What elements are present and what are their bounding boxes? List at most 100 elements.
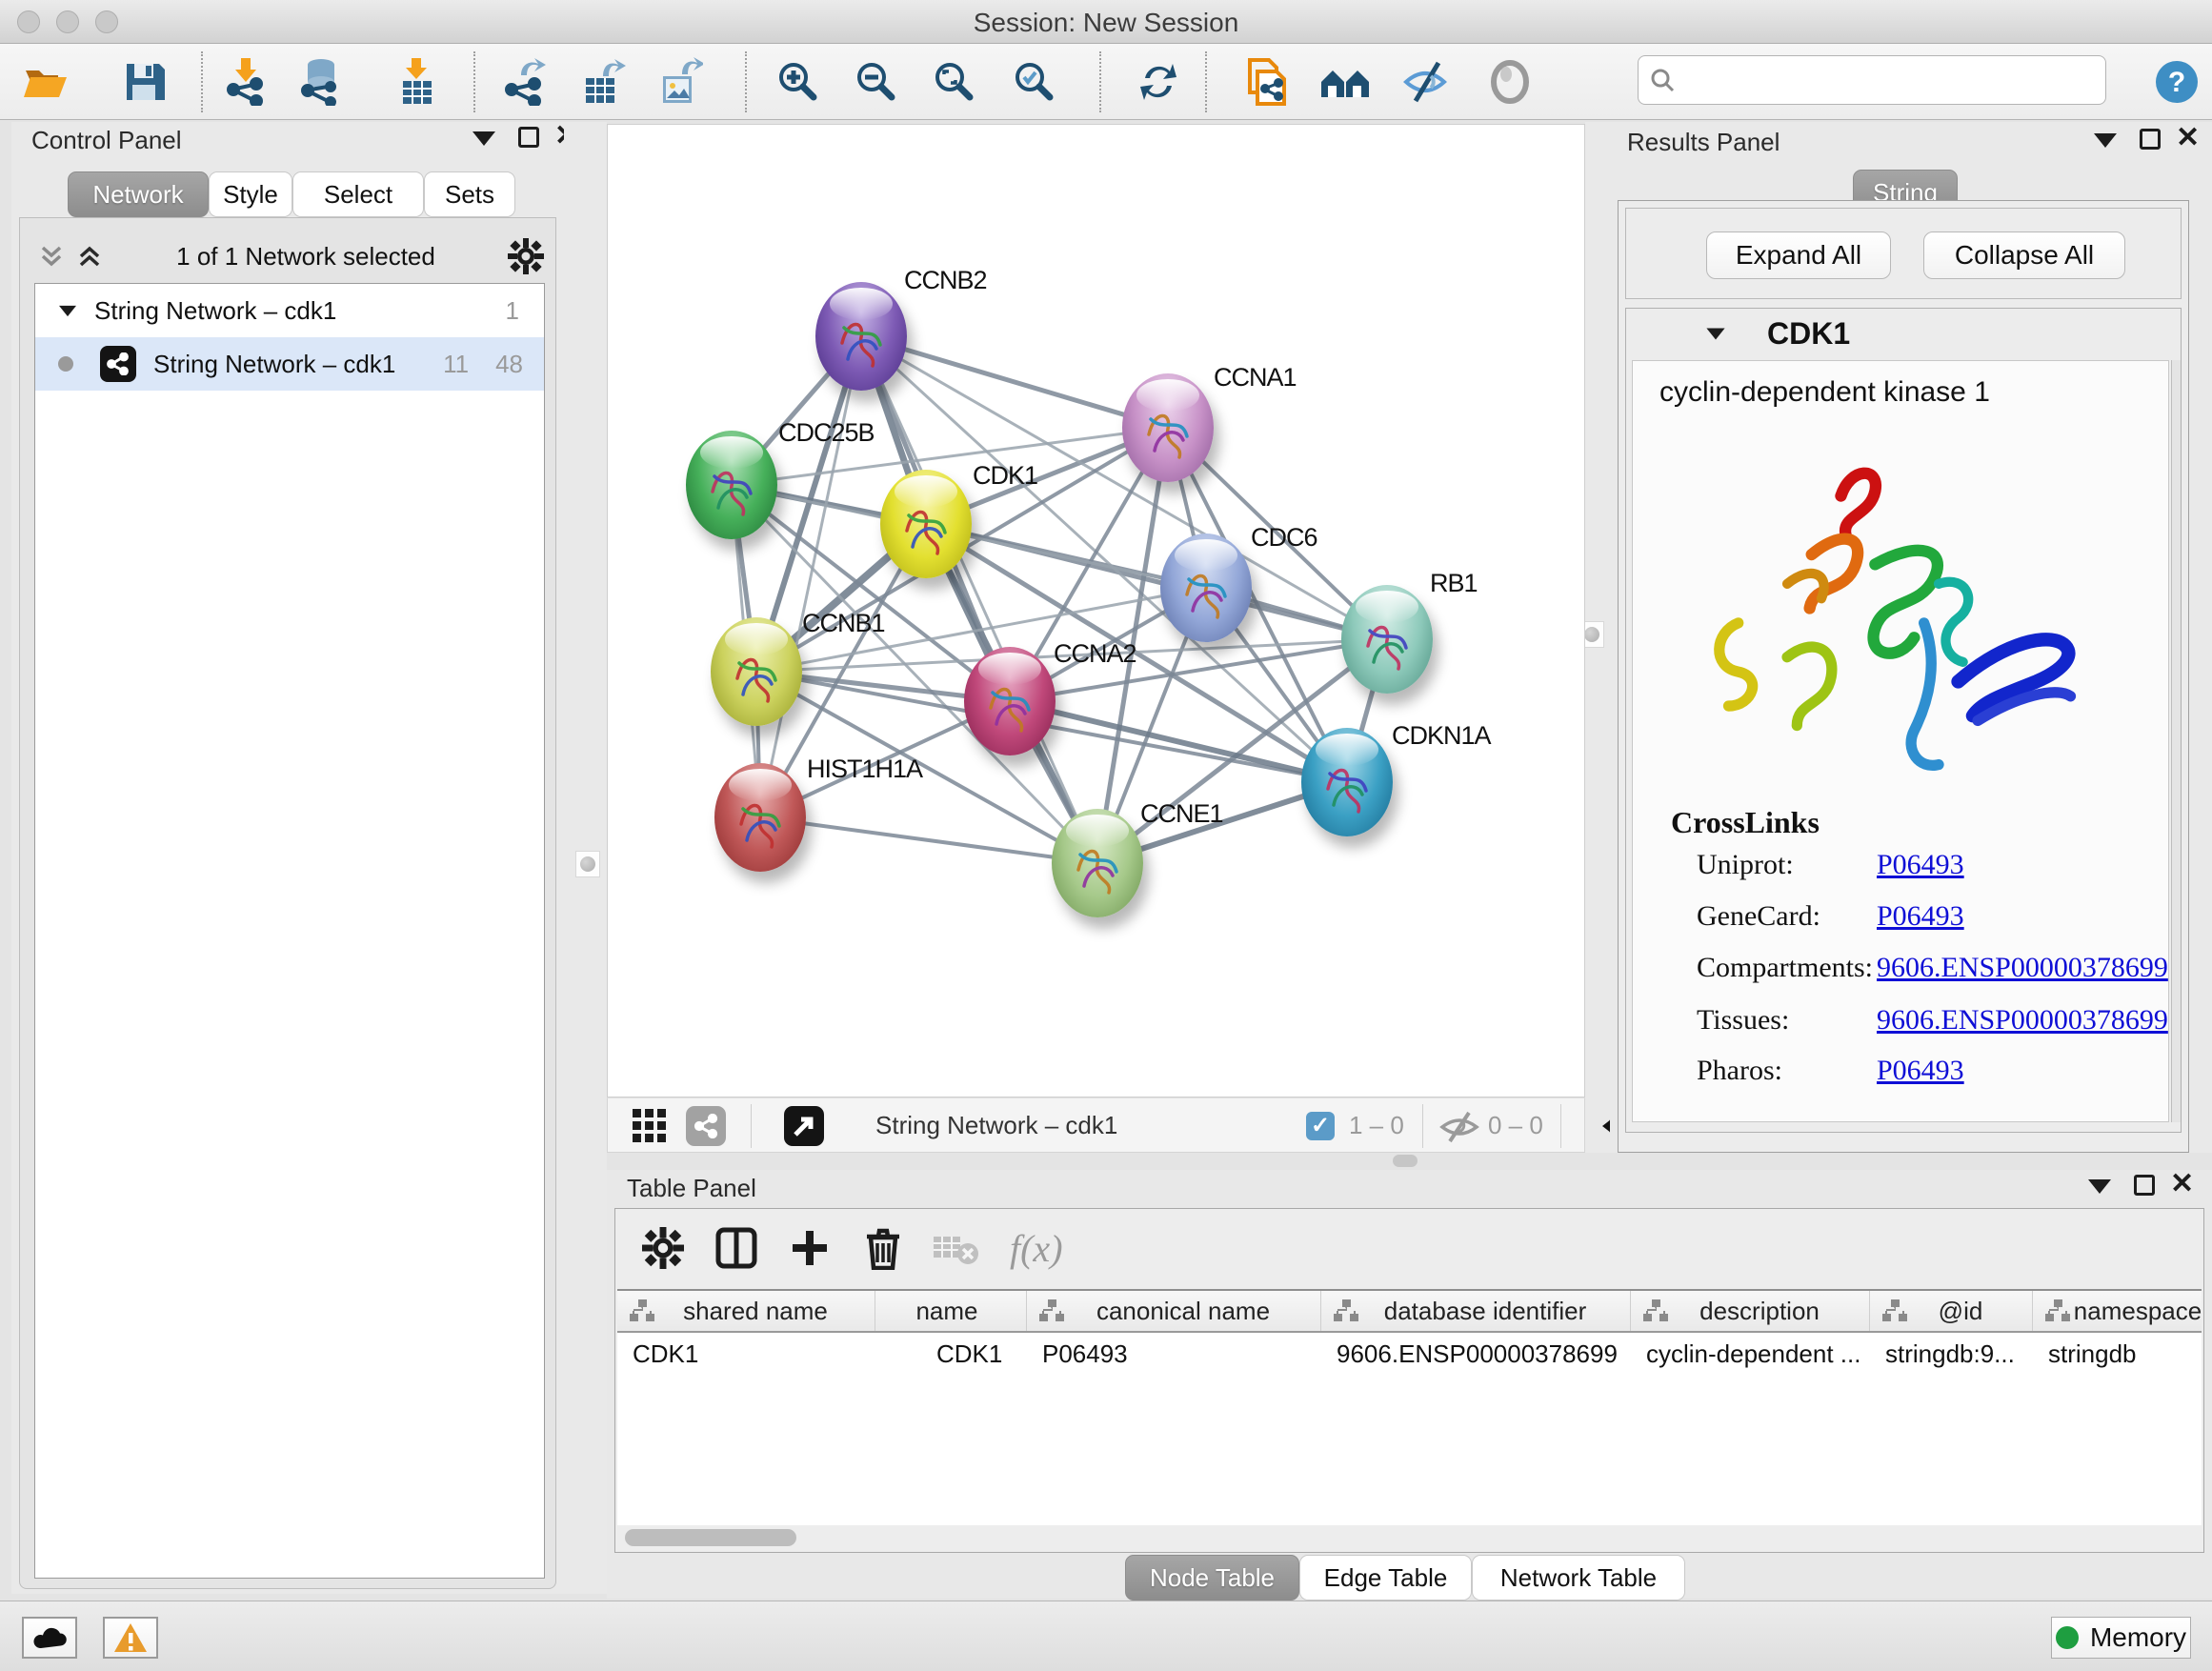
crosslink-value[interactable]: P06493: [1877, 1055, 1964, 1087]
panel-menu-icon[interactable]: [2088, 1179, 2111, 1194]
collection-expand-icon[interactable]: [59, 305, 76, 315]
search-input[interactable]: [1682, 66, 2082, 95]
column-header[interactable]: name: [875, 1291, 1027, 1331]
tab-network[interactable]: Network: [68, 171, 209, 217]
column-header[interactable]: canonical name: [1027, 1291, 1321, 1331]
hide-panels-button[interactable]: [1318, 55, 1372, 109]
warning-status-button[interactable]: [103, 1617, 158, 1659]
cloud-status-button[interactable]: [22, 1617, 77, 1659]
first-neighbors-icon: [1244, 56, 1290, 108]
zoom-selected-button[interactable]: [1008, 55, 1061, 109]
tab-style[interactable]: Style: [209, 171, 292, 217]
zoom-in-icon: [774, 58, 822, 106]
eye-button[interactable]: [1483, 55, 1537, 109]
tab-node-table[interactable]: Node Table: [1125, 1555, 1299, 1601]
save-session-button[interactable]: [118, 55, 171, 109]
cdk1-section-header[interactable]: CDK1: [1626, 309, 2181, 358]
hidden-eye-icon[interactable]: [1438, 1110, 1480, 1144]
tab-select[interactable]: Select: [292, 171, 424, 217]
eye-icon: [1487, 59, 1533, 105]
export-image-button[interactable]: [654, 55, 707, 109]
network-view-icon[interactable]: [686, 1106, 726, 1146]
network-canvas[interactable]: CCNB2 CCNA1 CDC25B CDK1: [607, 124, 1585, 1097]
float-panel-icon[interactable]: [2134, 1175, 2155, 1196]
node-label-rb1: RB1: [1430, 569, 1478, 598]
protein-node-ccnb1[interactable]: [711, 617, 802, 726]
export-network-button[interactable]: [498, 55, 552, 109]
splitter-handle[interactable]: [1393, 1155, 1418, 1167]
column-header[interactable]: namespace: [2033, 1291, 2202, 1331]
crosslink-value[interactable]: 9606.ENSP00000378699: [1877, 1004, 2168, 1037]
import-network-button[interactable]: [220, 55, 273, 109]
tab-edge-table[interactable]: Edge Table: [1299, 1555, 1472, 1601]
tab-network-table[interactable]: Network Table: [1472, 1555, 1685, 1601]
protein-node-cdk1[interactable]: [880, 470, 972, 578]
close-panel-icon[interactable]: ✕: [2170, 1174, 2194, 1195]
toolbar-search[interactable]: [1638, 55, 2106, 105]
selected-nodes-checkbox[interactable]: ✓: [1306, 1112, 1335, 1140]
float-panel-icon[interactable]: [518, 127, 539, 148]
left-splitter-handle[interactable]: [575, 851, 600, 877]
import-database-button[interactable]: [294, 55, 348, 109]
zoom-out-button[interactable]: [850, 55, 903, 109]
tab-sets[interactable]: Sets: [424, 171, 515, 217]
network-selection-bar: 1 of 1 Network selected: [26, 235, 550, 277]
grid-view-icon[interactable]: [631, 1107, 669, 1145]
float-panel-icon[interactable]: [2140, 129, 2161, 150]
column-header[interactable]: shared name: [617, 1291, 875, 1331]
attribute-icon: [1038, 1299, 1065, 1323]
protein-node-cdc6[interactable]: [1160, 534, 1252, 642]
node-table-container: f(x) shared name name canonical name dat…: [614, 1208, 2204, 1553]
crosslink-value[interactable]: P06493: [1877, 900, 1964, 933]
gear-icon[interactable]: [508, 238, 544, 274]
protein-node-rb1[interactable]: [1341, 585, 1433, 694]
panel-menu-icon[interactable]: [473, 131, 495, 146]
results-scrollbar[interactable]: [2171, 360, 2181, 1122]
expand-all-icon[interactable]: [75, 242, 104, 271]
section-collapse-icon[interactable]: [1706, 328, 1724, 339]
column-header[interactable]: database identifier: [1321, 1291, 1631, 1331]
export-table-button[interactable]: [576, 55, 630, 109]
column-header[interactable]: @id: [1870, 1291, 2033, 1331]
expand-all-button[interactable]: Expand All: [1706, 232, 1891, 279]
add-column-icon[interactable]: [789, 1227, 831, 1269]
memory-button[interactable]: Memory: [2051, 1617, 2191, 1659]
open-session-button[interactable]: [19, 55, 72, 109]
protein-node-ccnb2[interactable]: [815, 282, 907, 391]
network-row[interactable]: String Network – cdk1 11 48: [35, 337, 544, 391]
import-table-button[interactable]: [391, 55, 444, 109]
protein-node-ccna2[interactable]: [964, 647, 1056, 755]
table-row[interactable]: CDK1 CDK1 P06493 9606.ENSP00000378699 cy…: [617, 1333, 2202, 1375]
zoom-in-button[interactable]: [772, 55, 825, 109]
panel-menu-icon[interactable]: [2094, 133, 2117, 148]
horizontal-scrollbar[interactable]: [625, 1529, 796, 1546]
horizontal-splitter[interactable]: [607, 1153, 2212, 1170]
help-button[interactable]: ?: [2150, 55, 2203, 109]
delete-column-icon[interactable]: [863, 1226, 903, 1270]
collapse-all-icon[interactable]: [37, 242, 66, 271]
birdseye-view-icon[interactable]: [784, 1106, 824, 1146]
selection-count-text: 1 of 1 Network selected: [104, 242, 508, 272]
protein-node-cdkn1a[interactable]: [1301, 728, 1393, 836]
crosslink-value[interactable]: 9606.ENSP00000378699: [1877, 952, 2168, 984]
first-neighbors-button[interactable]: [1240, 55, 1294, 109]
save-icon: [123, 60, 167, 104]
network-status-dot: [58, 356, 73, 372]
column-header[interactable]: description: [1631, 1291, 1870, 1331]
network-collection-row[interactable]: String Network – cdk1 1: [35, 284, 544, 337]
collapse-all-button[interactable]: Collapse All: [1923, 232, 2125, 279]
protein-node-hist1h1a[interactable]: [714, 763, 806, 872]
refresh-button[interactable]: [1132, 55, 1185, 109]
gear-icon[interactable]: [642, 1227, 684, 1269]
protein-node-ccne1[interactable]: [1052, 809, 1143, 917]
protein-node-cdc25b[interactable]: [686, 431, 777, 539]
close-panel-icon[interactable]: ✕: [2176, 128, 2200, 149]
show-columns-icon[interactable]: [714, 1226, 758, 1270]
node-label-ccne1: CCNE1: [1140, 799, 1223, 829]
crosslink-value[interactable]: P06493: [1877, 849, 1964, 881]
zoom-fit-button[interactable]: [928, 55, 981, 109]
cloud-icon: [32, 1625, 67, 1650]
protein-node-ccna1[interactable]: [1122, 373, 1214, 482]
node-label-ccnb2: CCNB2: [904, 266, 987, 295]
show-hide-button[interactable]: [1400, 55, 1454, 109]
